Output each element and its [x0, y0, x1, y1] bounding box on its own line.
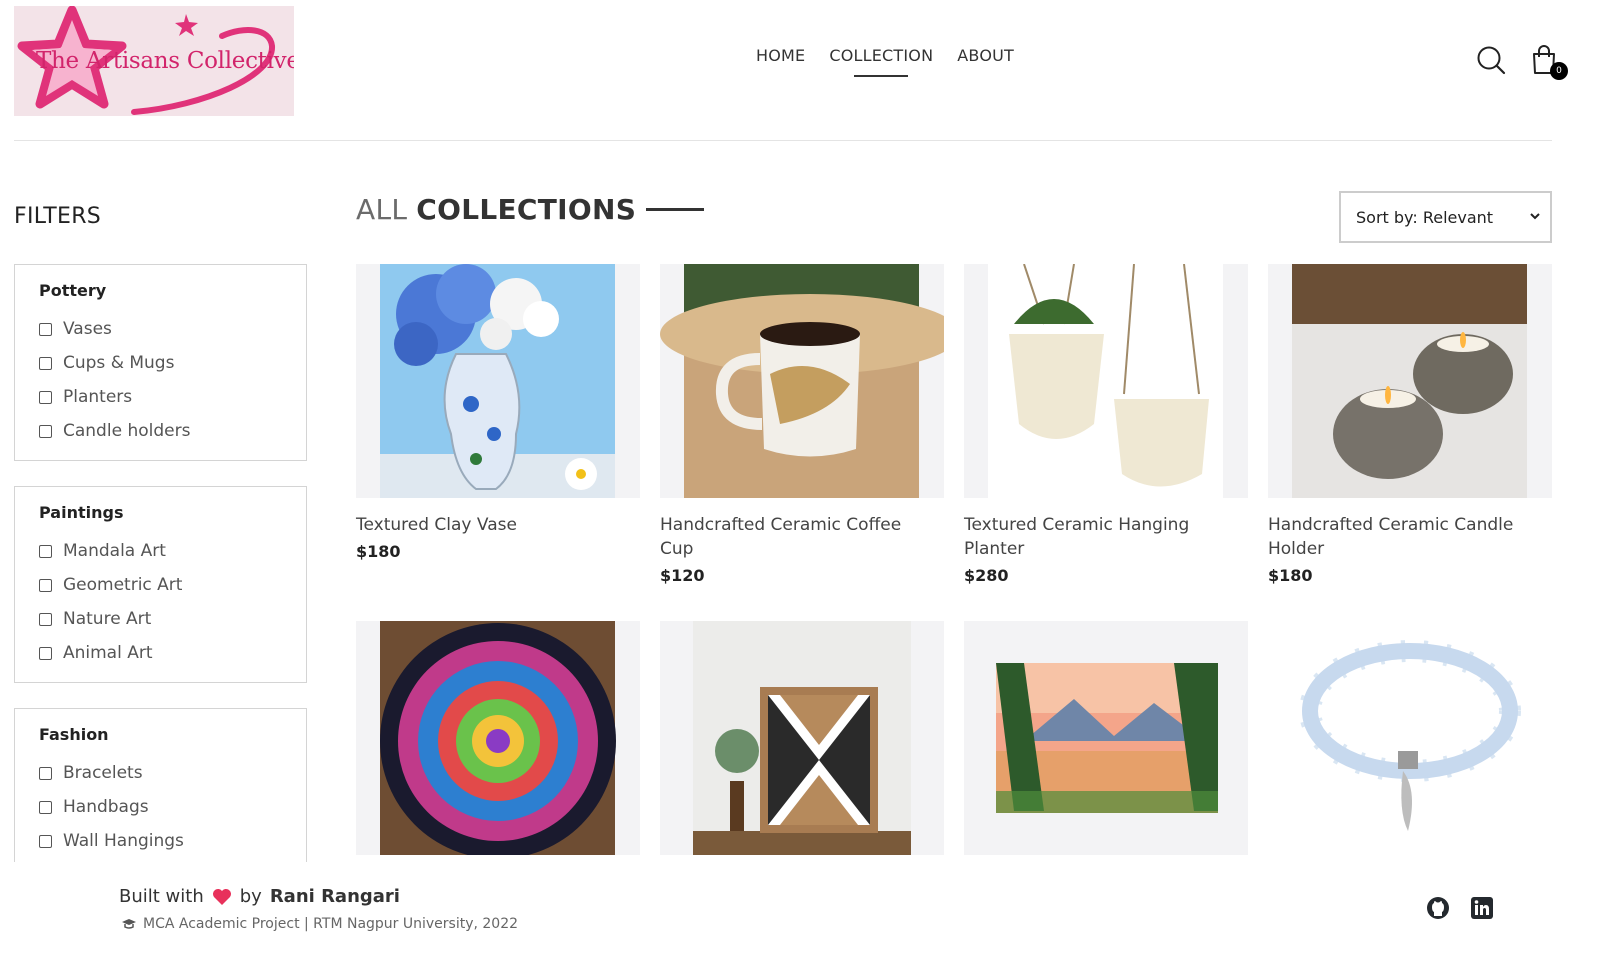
header-divider: [14, 140, 1552, 141]
filter-option-label: Vases: [63, 319, 112, 339]
site-header: The Artisans Collective HOME COLLECTION …: [0, 0, 1604, 146]
linkedin-icon[interactable]: [1470, 896, 1494, 920]
checkbox[interactable]: [39, 322, 52, 336]
logo-text: The Artisans Collective: [36, 48, 294, 74]
checkbox[interactable]: [39, 578, 52, 592]
github-icon[interactable]: [1426, 896, 1450, 920]
product-image-candle-holder[interactable]: [1268, 264, 1552, 498]
product-image-mug[interactable]: [660, 264, 944, 498]
product-image-mandala[interactable]: [356, 621, 640, 855]
heart-icon: [212, 888, 231, 905]
built-with-text: Built with: [119, 886, 204, 907]
filter-option-animal-art[interactable]: Animal Art: [39, 636, 282, 670]
product-price: $180: [356, 542, 401, 561]
filters-title: FILTERS: [14, 204, 102, 229]
checkbox[interactable]: [39, 612, 52, 626]
sort-selected-value: Sort by: Relevant: [1356, 207, 1494, 227]
filter-option-handbags[interactable]: Handbags: [39, 790, 282, 824]
by-text: by: [239, 886, 262, 907]
filter-group-paintings: Paintings Mandala Art Geometric Art Natu…: [14, 486, 307, 683]
project-info-text: MCA Academic Project | RTM Nagpur Univer…: [143, 916, 519, 932]
product-card[interactable]: [356, 621, 640, 870]
product-card[interactable]: [1268, 621, 1552, 870]
chevron-down-icon: [1530, 213, 1540, 220]
checkbox[interactable]: [39, 834, 52, 848]
filter-option-geometric-art[interactable]: Geometric Art: [39, 568, 282, 602]
product-card[interactable]: Handcrafted Ceramic Candle Holder $180: [1268, 264, 1552, 585]
shopping-bag-icon[interactable]: 0: [1530, 44, 1568, 80]
product-image-geometric-art[interactable]: [660, 621, 944, 855]
filter-option-label: Cups & Mugs: [63, 353, 175, 373]
product-card[interactable]: [660, 621, 944, 870]
product-name[interactable]: Handcrafted Ceramic Candle Holder: [1268, 513, 1538, 561]
nav-about[interactable]: ABOUT: [957, 46, 1014, 65]
filter-option-wall-hangings[interactable]: Wall Hangings: [39, 824, 282, 858]
filter-option-label: Mandala Art: [63, 541, 166, 561]
filter-option-label: Planters: [63, 387, 133, 407]
checkbox[interactable]: [39, 390, 52, 404]
checkbox[interactable]: [39, 544, 52, 558]
product-card[interactable]: Handcrafted Ceramic Coffee Cup $120: [660, 264, 944, 585]
project-info: MCA Academic Project | RTM Nagpur Univer…: [121, 916, 518, 932]
product-image-nature-painting[interactable]: [964, 621, 1248, 855]
checkbox[interactable]: [39, 800, 52, 814]
filter-option-cups-mugs[interactable]: Cups & Mugs: [39, 346, 282, 380]
filter-group-fashion: Fashion Bracelets Handbags Wall Hangings: [14, 708, 307, 868]
search-icon[interactable]: [1476, 44, 1506, 76]
heading-bold-text: COLLECTIONS: [416, 193, 637, 226]
filter-option-candle-holders[interactable]: Candle holders: [39, 414, 282, 448]
product-image-planter[interactable]: [964, 264, 1248, 498]
heading-underline: [646, 208, 705, 211]
sort-dropdown[interactable]: Sort by: Relevant: [1339, 191, 1552, 243]
product-card[interactable]: Textured Clay Vase $180: [356, 264, 640, 561]
product-image-vase[interactable]: [356, 264, 640, 498]
main-nav: HOME COLLECTION ABOUT: [756, 46, 1014, 77]
filter-option-label: Handbags: [63, 797, 149, 817]
brand-logo[interactable]: The Artisans Collective: [14, 6, 294, 116]
product-name[interactable]: Textured Clay Vase: [356, 513, 626, 537]
filter-option-vases[interactable]: Vases: [39, 312, 282, 346]
checkbox[interactable]: [39, 646, 52, 660]
product-card[interactable]: [964, 621, 1248, 870]
filter-option-label: Bracelets: [63, 763, 143, 783]
product-card[interactable]: Textured Ceramic Hanging Planter $280: [964, 264, 1248, 585]
product-price: $180: [1268, 566, 1313, 585]
filter-option-label: Geometric Art: [63, 575, 183, 595]
filter-category-label: Paintings: [39, 503, 124, 522]
nav-home[interactable]: HOME: [756, 46, 805, 65]
checkbox[interactable]: [39, 766, 52, 780]
site-footer: Built with by Rani Rangari MCA Academic …: [0, 862, 1604, 972]
filter-option-label: Nature Art: [63, 609, 152, 629]
filter-category-label: Fashion: [39, 725, 109, 744]
checkbox[interactable]: [39, 356, 52, 370]
product-price: $120: [660, 566, 705, 585]
built-with-line: Built with by Rani Rangari: [119, 886, 400, 907]
product-name[interactable]: Textured Ceramic Hanging Planter: [964, 513, 1234, 561]
author-name: Rani Rangari: [269, 886, 400, 907]
filter-option-mandala-art[interactable]: Mandala Art: [39, 534, 282, 568]
filter-option-planters[interactable]: Planters: [39, 380, 282, 414]
product-image-bracelet[interactable]: [1268, 621, 1552, 855]
filter-option-label: Candle holders: [63, 421, 191, 441]
filter-option-label: Animal Art: [63, 643, 153, 663]
product-price: $280: [964, 566, 1009, 585]
filter-option-label: Wall Hangings: [63, 831, 184, 851]
filter-group-pottery: Pottery Vases Cups & Mugs Planters Candl…: [14, 264, 307, 461]
graduation-cap-icon: [122, 919, 136, 929]
filter-option-bracelets[interactable]: Bracelets: [39, 756, 282, 790]
product-name[interactable]: Handcrafted Ceramic Coffee Cup: [660, 513, 930, 561]
filter-category-label: Pottery: [39, 281, 107, 300]
header-actions: 0: [1476, 44, 1568, 80]
nav-collection[interactable]: COLLECTION: [829, 46, 933, 77]
filter-option-nature-art[interactable]: Nature Art: [39, 602, 282, 636]
checkbox[interactable]: [39, 424, 52, 438]
heading-light-text: ALL: [356, 193, 408, 226]
social-links: [1426, 896, 1494, 920]
collections-heading: ALL COLLECTIONS: [356, 193, 705, 226]
cart-count-badge: 0: [1550, 62, 1568, 80]
